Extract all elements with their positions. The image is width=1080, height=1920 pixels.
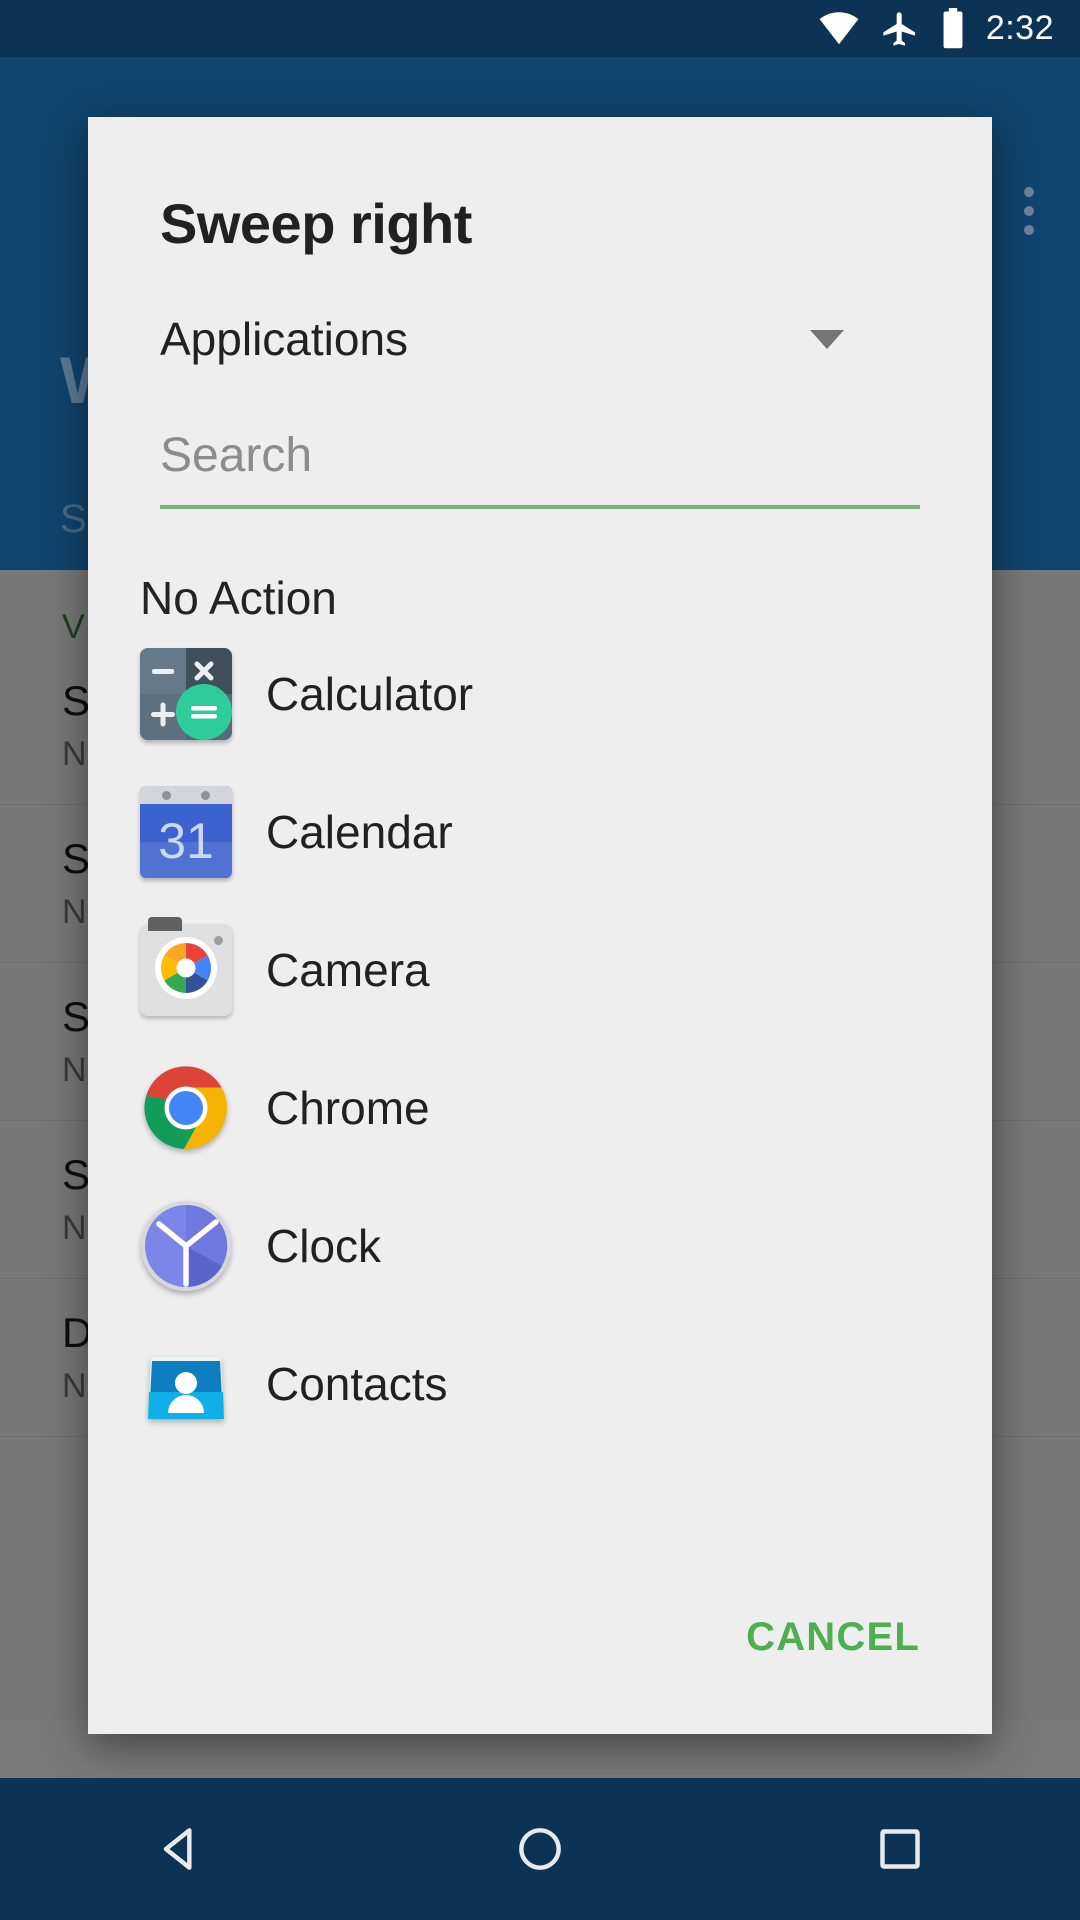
list-item-label: Camera (266, 944, 430, 996)
overflow-dot-icon (1024, 225, 1034, 235)
list-item-label: Contacts (266, 1358, 448, 1410)
category-spinner[interactable]: Applications (160, 312, 852, 366)
clock-icon (140, 1200, 232, 1292)
list-item-label: Calendar (266, 806, 453, 858)
list-item-label: Calculator (266, 668, 474, 720)
overflow-dot-icon (1024, 206, 1034, 216)
navigation-bar (0, 1778, 1080, 1920)
list-item[interactable]: Clock (88, 1177, 992, 1315)
chevron-down-icon (810, 329, 844, 349)
action-picker-dialog: Sweep right Applications No Action (88, 117, 992, 1734)
airplane-mode-icon (880, 9, 920, 49)
cancel-button[interactable]: CANCEL (736, 1597, 930, 1678)
list-item[interactable]: Camera (88, 901, 992, 1039)
search-field[interactable] (160, 428, 920, 509)
wifi-icon (818, 11, 860, 46)
app-list[interactable]: No Action Calculator 31 Calendar Camera … (88, 509, 992, 1597)
contacts-icon (140, 1338, 232, 1430)
recents-button[interactable] (825, 1778, 975, 1920)
overflow-menu-button[interactable] (1024, 187, 1034, 235)
home-button[interactable] (465, 1778, 615, 1920)
category-spinner-value: Applications (160, 313, 409, 365)
status-bar: 2:32 (0, 0, 1080, 57)
list-item-label: Clock (266, 1220, 382, 1272)
list-item[interactable]: 31 Calendar (88, 763, 992, 901)
dialog-actions: CANCEL (88, 1597, 992, 1734)
back-button[interactable] (105, 1778, 255, 1920)
chrome-icon (140, 1062, 232, 1154)
list-item-no-action[interactable]: No Action (88, 517, 992, 625)
calendar-day-number: 31 (158, 813, 214, 869)
overflow-dot-icon (1024, 187, 1034, 197)
status-bar-clock: 2:32 (985, 9, 1054, 47)
battery-icon (940, 7, 966, 50)
calculator-icon (140, 648, 232, 740)
list-item[interactable]: Calculator (88, 625, 992, 763)
search-input[interactable] (160, 428, 920, 505)
app-bar-subtitle: S (60, 497, 87, 541)
list-item[interactable]: Chrome (88, 1039, 992, 1177)
list-item-label: Chrome (266, 1082, 430, 1134)
calendar-icon: 31 (140, 786, 232, 878)
camera-icon (140, 917, 232, 1016)
dialog-title: Sweep right (160, 192, 472, 255)
list-item[interactable]: Contacts (88, 1315, 992, 1453)
